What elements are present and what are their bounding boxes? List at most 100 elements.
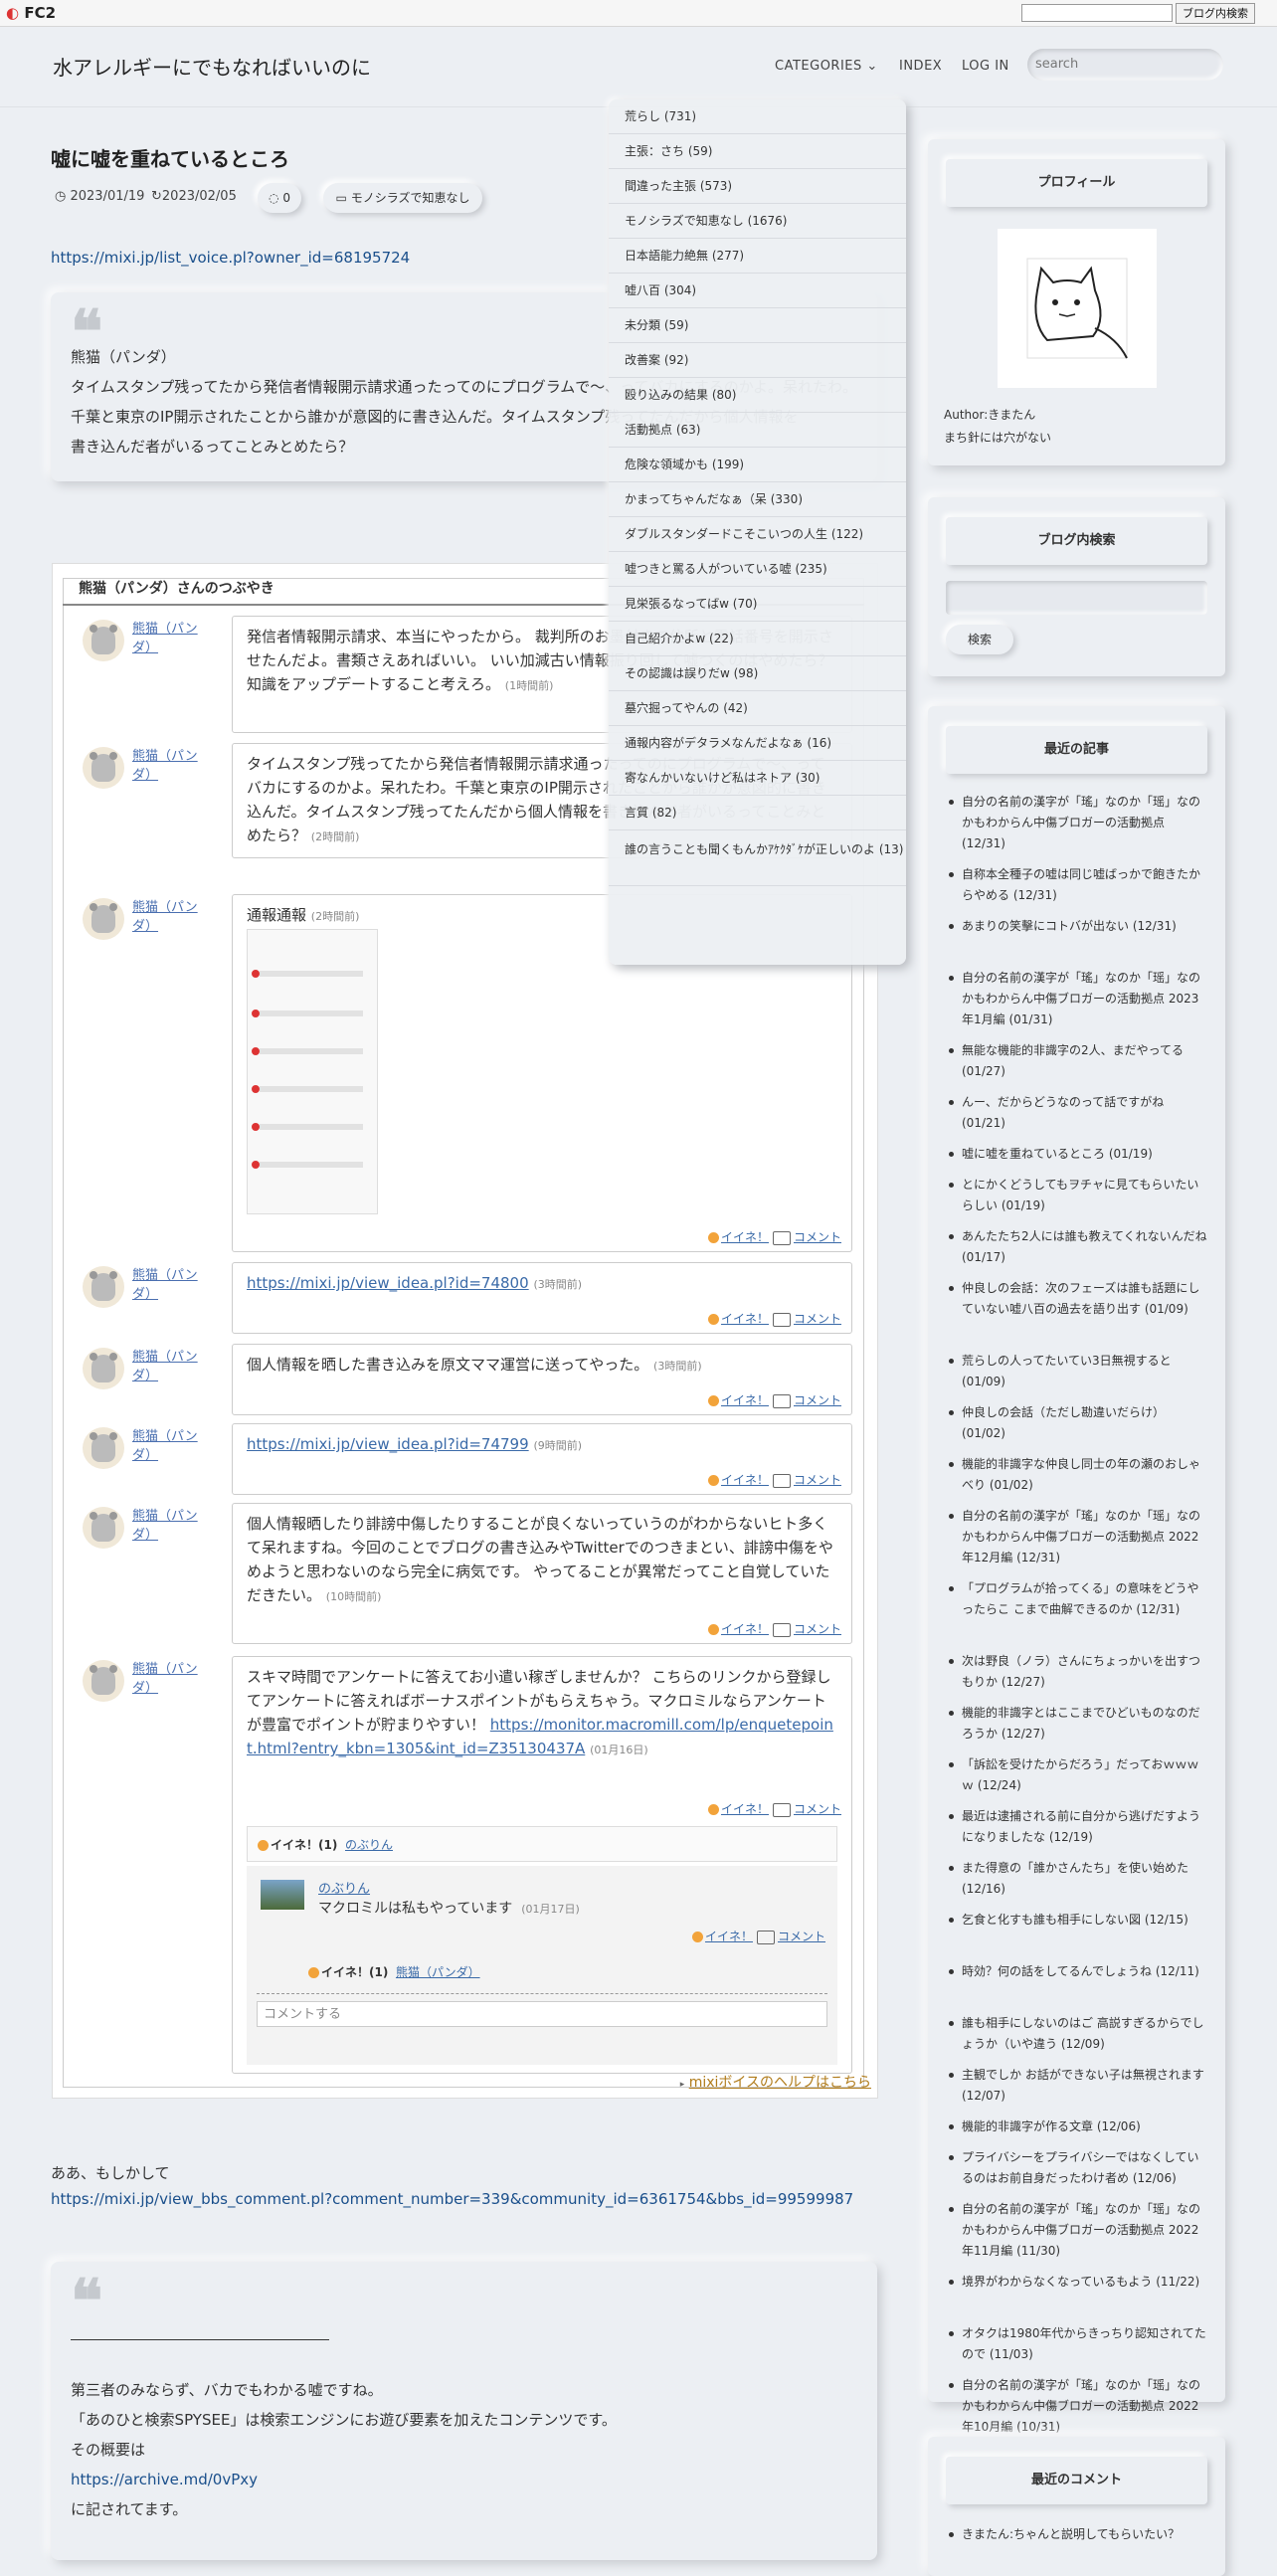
category-item[interactable]: 未分類 (59) [609, 308, 906, 343]
category-item[interactable]: 日本語能力絶無 (277) [609, 239, 906, 274]
recent-post-item[interactable]: とにかくどうしてもヲチャに見てもらいたいらしい (01/19) [949, 1175, 1210, 1216]
recent-post-item[interactable]: 仲良しの会話（ただし勘違いだらけ） (01/02) [949, 1402, 1210, 1444]
avatar[interactable] [83, 747, 124, 789]
header-search-input[interactable]: search [1027, 49, 1223, 81]
recent-post-item[interactable]: 機能的非識字とはここまでひどいものなのだろうか (12/27) [949, 1703, 1210, 1745]
like-button[interactable]: イイネ！ [721, 1312, 769, 1326]
category-item[interactable]: 言質 (82) [609, 796, 906, 830]
like-button[interactable]: イイネ！ [721, 1802, 769, 1816]
like-button[interactable]: イイネ！ [705, 1930, 753, 1943]
recent-post-item[interactable]: プライバシーをプライバシーではなくしているのはお前自身だったわけ者め (12/0… [949, 2147, 1210, 2189]
blog-search-input[interactable] [946, 581, 1207, 615]
voice-author[interactable]: 熊猫（パンダ） [132, 1348, 202, 1385]
recent-post-item[interactable]: また得意の「誰かさんたち」を使い始めた (12/16) [949, 1858, 1210, 1900]
fc2-search-input[interactable] [1021, 4, 1173, 22]
recent-post-item[interactable]: 「プログラムが拾ってくる」の意味をどうやったらこ こまで曲解できるのか (12/… [949, 1578, 1210, 1620]
recent-post-item[interactable]: んー、だからどうなのって話ですがね (01/21) [949, 1092, 1210, 1134]
category-item[interactable]: 見栄張るなってばw (70) [609, 587, 906, 622]
comment-button[interactable]: コメント [794, 1230, 841, 1244]
recent-post-item[interactable]: 誰も相手にしないのはご 高説すぎるからでしょうか（いや違う (12/09) [949, 2013, 1210, 2055]
category-item[interactable]: 誰の言うことも聞くもんかｱｹｸﾀﾞｹが正しいのよ (13) [609, 830, 906, 886]
recent-post-item[interactable]: 主観でしか お話ができない子は無視されます (12/07) [949, 2065, 1210, 2107]
recent-post-item[interactable]: あまりの笑擊にコトバが出ない (12/31) [949, 916, 1210, 937]
category-item[interactable]: 自己紹介かよw (22) [609, 622, 906, 656]
reply-avatar[interactable] [261, 1880, 304, 1910]
like-button[interactable]: イイネ！ [721, 1230, 769, 1244]
category-item[interactable]: 嘘八百 (304) [609, 274, 906, 308]
voice-help[interactable]: ▸ mixiボイスのヘルプはこちら [680, 2072, 871, 2092]
recent-post-item[interactable]: 自分の名前の漢字が「瑤」なのか「瑶」なのかもわからん中傷ブロガーの活動拠点 (1… [949, 792, 1210, 854]
attached-screenshot[interactable] [247, 929, 378, 1214]
voice-author[interactable]: 熊猫（パンダ） [132, 747, 202, 785]
avatar[interactable] [83, 1660, 124, 1702]
mixi-bbs-link[interactable]: https://mixi.jp/view_bbs_comment.pl?comm… [51, 2190, 853, 2208]
recent-post-item[interactable]: 「訴訟を受けたからだろう」だっておｗｗｗｗ (12/24) [949, 1754, 1210, 1796]
avatar[interactable] [83, 1266, 124, 1308]
recent-post-item[interactable]: 時効？何の話をしてるんでしょうね (12/11) [949, 1961, 1210, 1982]
recent-post-item[interactable]: 乞食と化すも誰も相手にしない図 (12/15) [949, 1910, 1210, 1931]
voice-author[interactable]: 熊猫（パンダ） [132, 898, 202, 936]
avatar[interactable] [83, 898, 124, 940]
voice-author[interactable]: 熊猫（パンダ） [132, 1660, 202, 1698]
recent-post-item[interactable]: 仲良しの会話：次のフェーズは誰も話題にしていない嘘八百の過去を語り出す (01/… [949, 1278, 1210, 1320]
profile-avatar[interactable] [998, 229, 1157, 388]
recent-comment-item[interactable]: きまたん:ちゃんと説明してもらいたい？ [949, 2524, 1210, 2545]
category-item[interactable]: 荒らし (731) [609, 99, 906, 134]
comment-button[interactable]: コメント [794, 1312, 841, 1326]
blog-search-button[interactable]: 検索 [946, 625, 1013, 654]
avatar[interactable] [83, 1348, 124, 1389]
category-item[interactable]: その認識は誤りだw (98) [609, 656, 906, 691]
voice-help-link[interactable]: mixiボイスのヘルプはこちら [689, 2075, 871, 2091]
fc2-logo[interactable]: ◐ FC2 [6, 4, 56, 22]
voice-link[interactable]: https://mixi.jp/view_idea.pl?id=74799 [247, 1435, 529, 1453]
nav-index[interactable]: INDEX [899, 59, 942, 74]
recent-post-item[interactable]: 自分の名前の漢字が「瑤」なのか「瑶」なのかもわからん中傷ブロガーの活動拠点 20… [949, 1506, 1210, 1568]
archive-link[interactable]: https://archive.md/0vPxy [71, 2465, 258, 2494]
comment-button[interactable]: コメント [794, 1802, 841, 1816]
category-item[interactable]: 通報内容がデタラメなんだよなぁ (16) [609, 726, 906, 761]
category-pill[interactable]: ▭ モノシラズで知恵なし [323, 183, 482, 213]
avatar[interactable] [83, 1427, 124, 1469]
recent-post-item[interactable]: 自分の名前の漢字が「瑤」なのか「瑶」なのかもわからん中傷ブロガーの活動拠点 20… [949, 2199, 1210, 2262]
comment-button[interactable]: コメント [778, 1930, 825, 1943]
comment-button[interactable]: コメント [794, 1393, 841, 1407]
recent-post-item[interactable]: 境界がわからなくなっているもよう (11/22) [949, 2272, 1210, 2293]
liker-link[interactable]: のぶりん [345, 1838, 393, 1852]
category-item[interactable]: 嘘つきと罵る人がついている嘘 (235) [609, 552, 906, 587]
comment-button[interactable]: コメント [794, 1473, 841, 1487]
recent-post-item[interactable]: 自分の名前の漢字が「瑤」なのか「瑶」なのかもわからん中傷ブロガーの活動拠点 20… [949, 968, 1210, 1030]
recent-post-item[interactable]: 自称本全種子の嘘は同じ嘘ばっかで飽きたからやめる (12/31) [949, 864, 1210, 906]
recent-post-item[interactable]: 荒らしの人ってたいてい3日無視すると (01/09) [949, 1351, 1210, 1392]
category-item[interactable]: 危険な領域かも (199) [609, 448, 906, 482]
category-item[interactable]: 改善案 (92) [609, 343, 906, 378]
category-item[interactable]: モノシラズで知恵なし (1676) [609, 204, 906, 239]
mixi-voice-link[interactable]: https://mixi.jp/list_voice.pl?owner_id=6… [51, 249, 410, 267]
comment-button[interactable]: コメント [794, 1622, 841, 1636]
site-title[interactable]: 水アレルギーにでもなればいいのに [53, 52, 371, 81]
nav-login[interactable]: LOG IN [962, 59, 1009, 74]
voice-author[interactable]: 熊猫（パンダ） [132, 620, 202, 657]
like-button[interactable]: イイネ！ [721, 1622, 769, 1636]
recent-post-item[interactable]: 無能な機能的非識字の2人、まだやってる (01/27) [949, 1040, 1210, 1082]
category-item[interactable]: 活動拠点 (63) [609, 413, 906, 448]
comment-input[interactable]: コメントする [257, 2001, 827, 2027]
comment-count-pill[interactable]: ◌ 0 [258, 183, 301, 213]
like-button[interactable]: イイネ！ [721, 1393, 769, 1407]
category-item[interactable]: かまってちゃんだなぁ（呆 (330) [609, 482, 906, 517]
voice-author[interactable]: 熊猫（パンダ） [132, 1427, 202, 1465]
recent-post-item[interactable]: 機能的非識字な仲良し同士の年の瀬のおしゃべり (01/02) [949, 1454, 1210, 1496]
fc2-search-button[interactable]: ブログ内検索 [1176, 3, 1255, 24]
recent-post-item[interactable]: 最近は逮捕される前に自分から逃げだすようになりましたな (12/19) [949, 1806, 1210, 1848]
liker-link[interactable]: 熊猫（パンダ） [396, 1965, 480, 1979]
recent-post-item[interactable]: あんたたち2人には誰も教えてくれないんだね (01/17) [949, 1226, 1210, 1268]
avatar[interactable] [83, 620, 124, 661]
category-item[interactable]: ダブルスタンダードこそこいつの人生 (122) [609, 517, 906, 552]
like-button[interactable]: イイネ！ [721, 1473, 769, 1487]
recent-post-item[interactable]: 嘘に嘘を重ねているところ (01/19) [949, 1144, 1210, 1165]
reply-author[interactable]: のぶりん [318, 1878, 370, 1897]
avatar[interactable] [83, 1507, 124, 1549]
voice-link[interactable]: https://mixi.jp/view_idea.pl?id=74800 [247, 1274, 529, 1292]
category-item[interactable]: 間違った主張 (573) [609, 169, 906, 204]
recent-post-item[interactable]: 機能的非識字が作る文章 (12/06) [949, 2116, 1210, 2137]
recent-post-item[interactable]: オタクは1980年代からきっちり認知されてたので (11/03) [949, 2323, 1210, 2365]
